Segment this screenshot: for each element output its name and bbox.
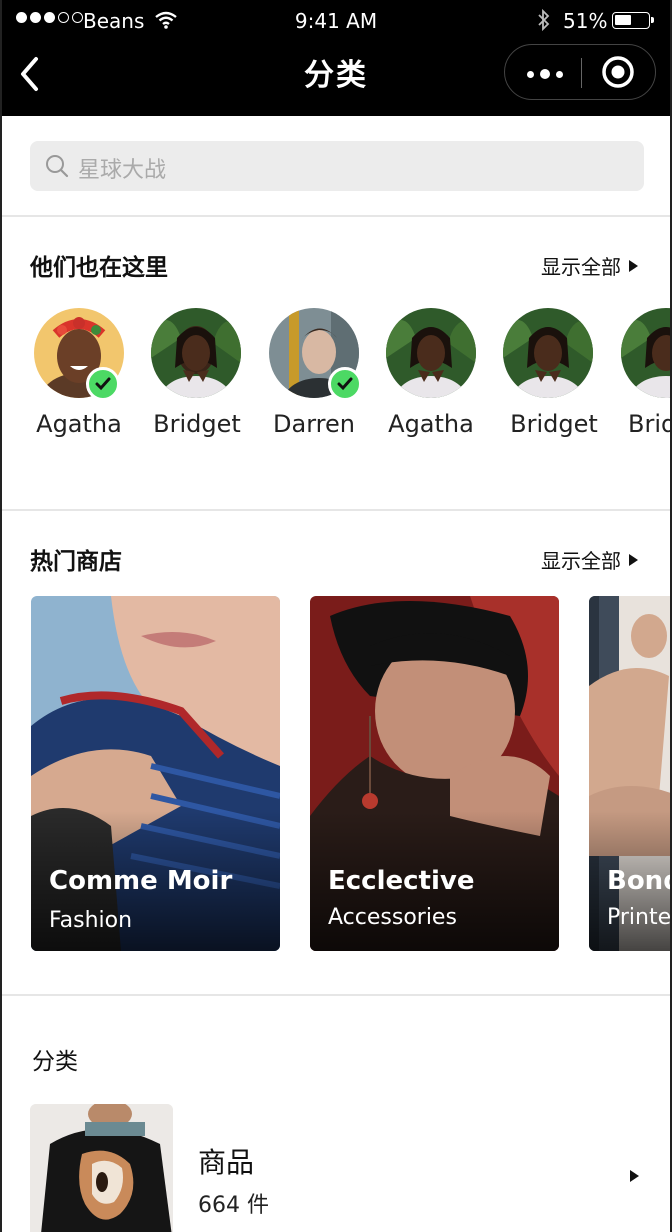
caret-right-icon — [629, 259, 638, 272]
status-bar: Beans 9:41 AM 51% — [2, 0, 670, 42]
section-divider — [2, 994, 670, 996]
person-avatar[interactable] — [503, 308, 593, 398]
section-divider — [2, 509, 670, 511]
avatar-image — [151, 308, 241, 398]
more-menu-icon[interactable] — [527, 69, 563, 79]
category-image — [30, 1104, 173, 1232]
person-name: Bridget — [153, 410, 241, 438]
store-name: Bonds — [607, 866, 670, 896]
search-input[interactable]: 星球大战 — [30, 141, 644, 191]
close-target-icon[interactable] — [601, 55, 635, 89]
person-avatar[interactable] — [386, 308, 476, 398]
store-name: Comme Moir — [49, 866, 233, 896]
capsule-divider — [581, 58, 582, 88]
people-section-title: 他们也在这里 — [30, 255, 168, 281]
person-avatar[interactable] — [151, 308, 241, 398]
avatar-image — [386, 308, 476, 398]
avatar-image — [503, 308, 593, 398]
store-category: Accessories — [328, 905, 457, 930]
store-card[interactable]: Ecclective Accessories — [310, 596, 559, 951]
top-bar: Beans 9:41 AM 51% 分类 — [2, 0, 670, 116]
avatar-image — [621, 308, 670, 398]
category-item-name[interactable]: 商品 — [198, 1141, 254, 1181]
person-name: Darren — [273, 410, 355, 438]
person-name: Agatha — [36, 410, 122, 438]
store-card[interactable]: Comme Moir Fashion — [31, 596, 280, 951]
store-category: Printed — [607, 905, 672, 930]
search-placeholder: 星球大战 — [78, 158, 167, 183]
verified-check-icon — [328, 367, 362, 401]
store-card[interactable]: Bonds Printed — [589, 596, 672, 951]
bluetooth-icon — [538, 8, 550, 32]
section-divider — [2, 215, 670, 217]
store-name: Ecclective — [328, 866, 475, 896]
show-all-label: 显示全部 — [541, 549, 621, 573]
app-frame: Beans 9:41 AM 51% 分类 星球大战 他们也在这里 显示全部 Ag… — [0, 0, 672, 1232]
people-show-all-link[interactable]: 显示全部 — [541, 251, 638, 280]
category-item-count: 664 件 — [198, 1193, 269, 1218]
category-thumbnail[interactable] — [30, 1104, 173, 1232]
mini-program-capsule — [504, 44, 656, 100]
show-all-label: 显示全部 — [541, 255, 621, 279]
stores-show-all-link[interactable]: 显示全部 — [541, 545, 638, 574]
search-icon — [46, 155, 69, 178]
person-name: Agatha — [388, 410, 474, 438]
category-section-title: 分类 — [32, 1049, 78, 1075]
person-avatar[interactable] — [621, 308, 670, 398]
person-name: Bridget — [510, 410, 598, 438]
store-category: Fashion — [49, 908, 133, 933]
caret-right-icon — [629, 553, 638, 566]
person-name: Bridget — [628, 410, 670, 438]
verified-check-icon — [86, 367, 120, 401]
battery-percent: 51% — [563, 9, 608, 33]
stores-section-title: 热门商店 — [30, 549, 122, 575]
caret-right-icon[interactable] — [630, 1170, 639, 1182]
battery-icon — [612, 12, 654, 29]
